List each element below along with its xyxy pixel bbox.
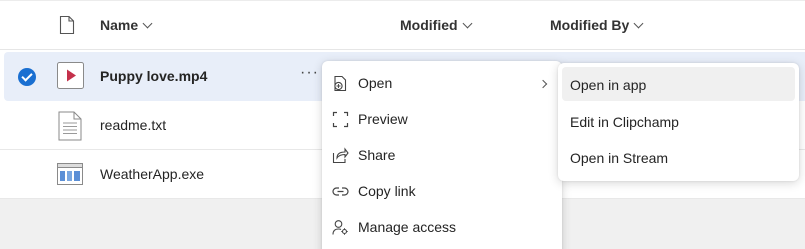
chevron-down-icon — [633, 18, 644, 28]
video-file-icon — [57, 62, 84, 92]
menu-item-label: Open — [358, 75, 393, 91]
menu-item-label: Share — [358, 147, 396, 163]
menu-item-open[interactable]: Open — [322, 65, 562, 101]
context-menu: Open Preview Share Copy link Manage acce… — [322, 61, 562, 249]
column-header-name[interactable]: Name — [100, 17, 153, 33]
menu-item-label: Manage access — [358, 219, 457, 235]
file-name[interactable]: WeatherApp.exe — [100, 166, 204, 182]
column-header-modified-by[interactable]: Modified By — [550, 17, 644, 33]
file-type-header-icon — [59, 15, 75, 38]
share-icon — [332, 147, 349, 164]
chevron-down-icon — [142, 18, 153, 28]
submenu-item-label: Open in app — [570, 77, 647, 93]
menu-item-label: Copy link — [358, 183, 416, 199]
open-submenu: Open in app Edit in Clipchamp Open in St… — [558, 63, 799, 181]
submenu-item-open-in-stream[interactable]: Open in Stream — [562, 140, 795, 174]
selected-checkmark-icon[interactable] — [18, 68, 36, 86]
column-header-modified[interactable]: Modified — [400, 17, 472, 33]
text-file-icon — [58, 111, 82, 144]
chevron-down-icon — [462, 18, 472, 28]
list-header: Name Modified Modified By — [0, 1, 805, 50]
submenu-item-label: Edit in Clipchamp — [570, 114, 679, 130]
submenu-item-edit-in-clipchamp[interactable]: Edit in Clipchamp — [562, 104, 795, 138]
menu-item-preview[interactable]: Preview — [322, 101, 562, 137]
menu-item-manage-access[interactable]: Manage access — [322, 209, 562, 245]
menu-item-copy-link[interactable]: Copy link — [322, 173, 562, 209]
column-header-name-label: Name — [100, 17, 139, 33]
preview-icon — [332, 111, 349, 128]
submenu-item-open-in-app[interactable]: Open in app — [562, 67, 795, 101]
menu-item-label: Preview — [358, 111, 408, 127]
submenu-item-label: Open in Stream — [570, 150, 669, 166]
manage-access-icon — [332, 219, 349, 236]
file-name[interactable]: readme.txt — [100, 117, 166, 133]
menu-item-share[interactable]: Share — [322, 137, 562, 173]
file-name[interactable]: Puppy love.mp4 — [100, 68, 207, 84]
app-file-icon — [57, 163, 83, 188]
link-icon — [332, 183, 349, 200]
chevron-right-icon — [538, 79, 548, 89]
column-header-modified-by-label: Modified By — [550, 17, 630, 33]
open-with-icon — [332, 75, 349, 92]
more-actions-button[interactable]: ··· — [300, 64, 319, 82]
column-header-modified-label: Modified — [400, 17, 458, 33]
